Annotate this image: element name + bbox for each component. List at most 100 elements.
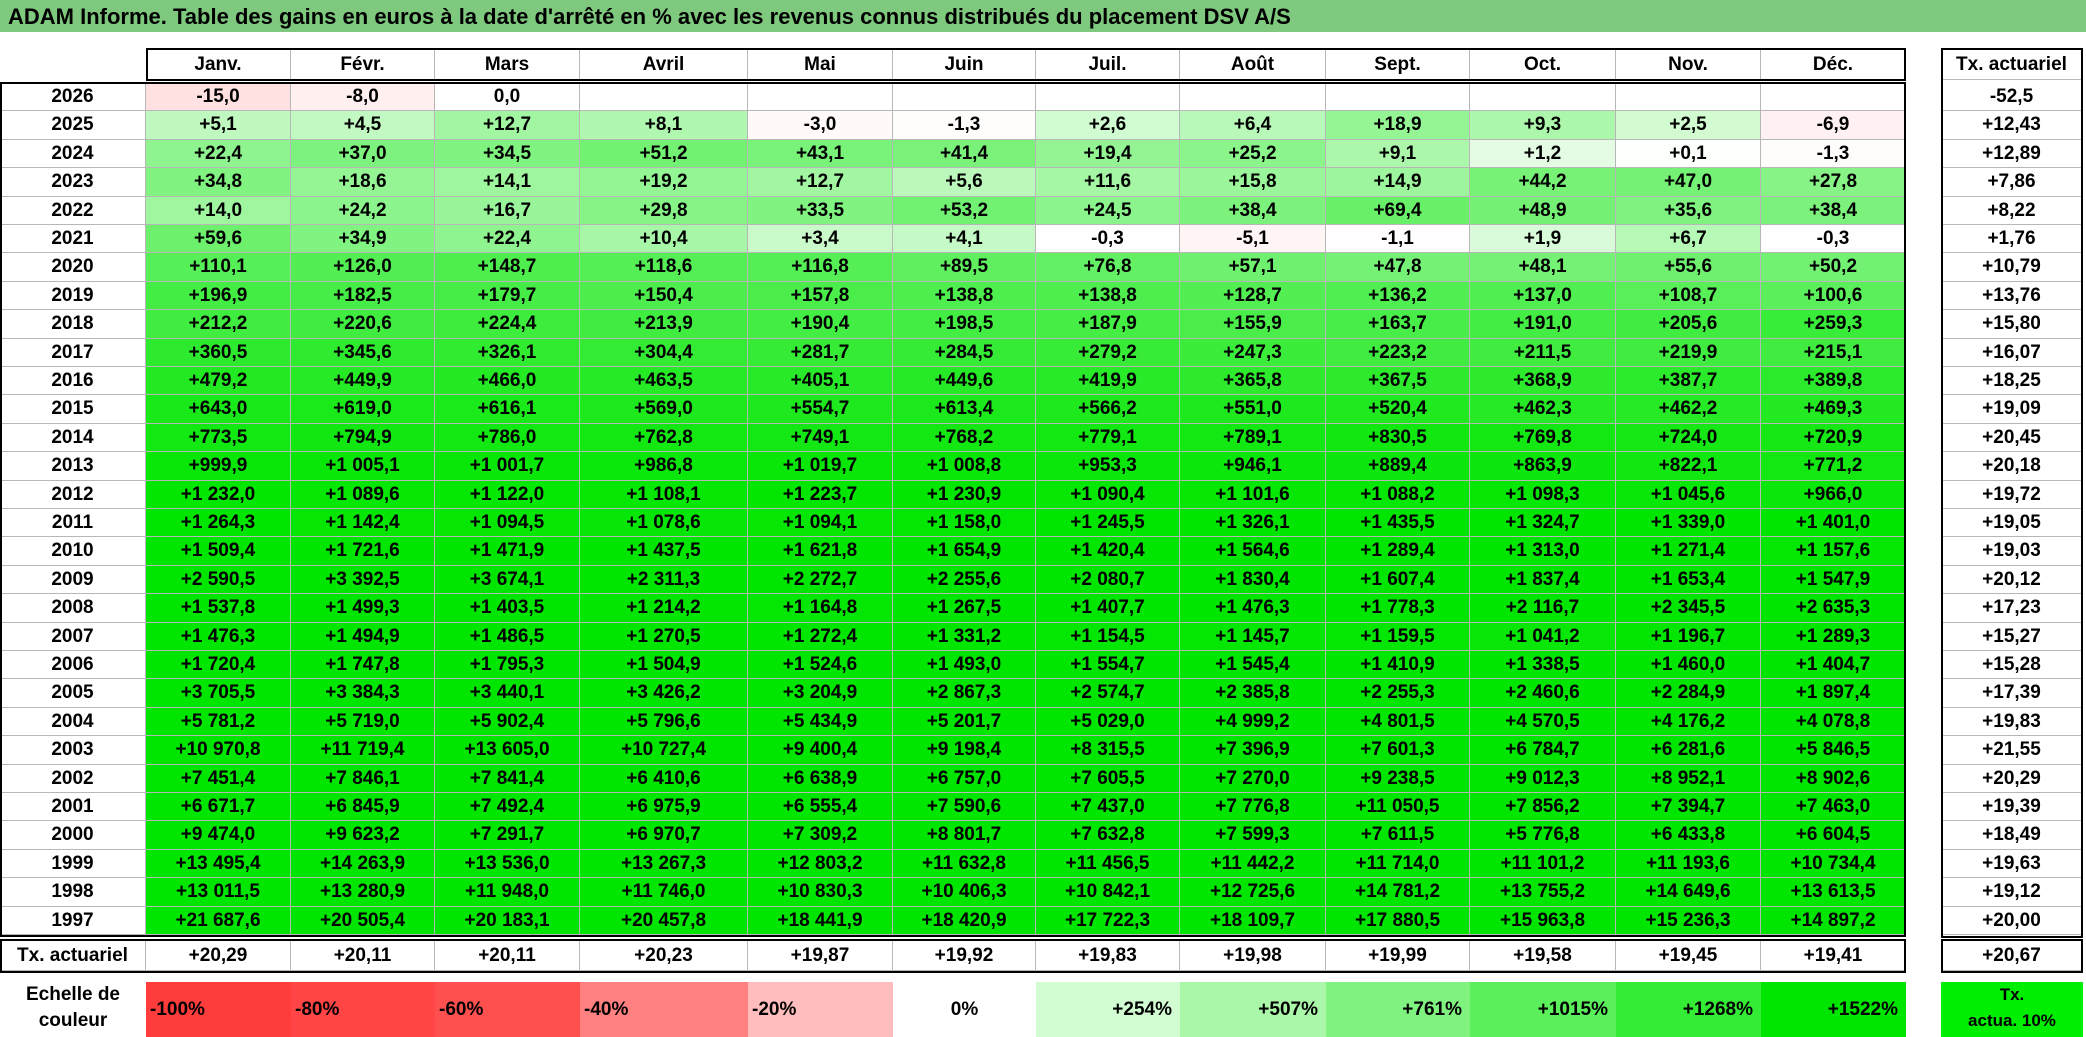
gain-cell bbox=[1470, 83, 1616, 112]
gain-cell: +953,3 bbox=[1036, 452, 1180, 481]
gain-cell: +469,3 bbox=[1761, 395, 1906, 424]
year-label: 2013 bbox=[0, 452, 146, 481]
gain-cell: +284,5 bbox=[893, 338, 1036, 367]
gain-cell: +35,6 bbox=[1616, 196, 1761, 225]
gain-cell: +128,7 bbox=[1180, 281, 1326, 311]
gain-cell: +25,2 bbox=[1180, 139, 1326, 169]
gain-cell: +38,4 bbox=[1761, 196, 1906, 225]
gain-cell: +20 457,8 bbox=[580, 906, 748, 935]
gain-cell: +779,1 bbox=[1036, 423, 1180, 453]
gain-cell: +279,2 bbox=[1036, 338, 1180, 367]
year-label: 2000 bbox=[0, 821, 146, 850]
gain-cell: +1 830,4 bbox=[1180, 565, 1326, 595]
gain-cell: +1 264,3 bbox=[146, 509, 291, 538]
gain-cell: +1 019,7 bbox=[748, 452, 893, 481]
year-label: 2001 bbox=[0, 793, 146, 822]
year-label: 2002 bbox=[0, 764, 146, 793]
gain-cell: +138,8 bbox=[893, 281, 1036, 311]
gain-cell: +1 041,2 bbox=[1470, 622, 1616, 651]
year-label: 2019 bbox=[0, 281, 146, 311]
gain-cell: +148,7 bbox=[435, 253, 580, 282]
gain-cell: +1 493,0 bbox=[893, 651, 1036, 680]
gain-cell: +7 846,1 bbox=[291, 764, 435, 793]
gain-cell: +14 649,6 bbox=[1616, 878, 1761, 907]
gain-cell: +613,4 bbox=[893, 395, 1036, 424]
gain-cell: +8,1 bbox=[580, 111, 748, 140]
gain-cell: +569,0 bbox=[580, 395, 748, 424]
tx-cell: +13,76 bbox=[1941, 281, 2083, 311]
gain-cell: +5 434,9 bbox=[748, 707, 893, 737]
gain-cell: +822,1 bbox=[1616, 452, 1761, 481]
gain-cell: +155,9 bbox=[1180, 310, 1326, 339]
month-header: Déc. bbox=[1761, 50, 1906, 80]
gain-cell: +191,0 bbox=[1470, 310, 1616, 339]
gain-cell: +10 830,3 bbox=[748, 878, 893, 907]
year-label: 2003 bbox=[0, 736, 146, 765]
tx-cell: +20,12 bbox=[1941, 565, 2083, 595]
gain-cell: +520,4 bbox=[1326, 395, 1470, 424]
gain-cell: +108,7 bbox=[1616, 281, 1761, 311]
gain-cell: +7 841,4 bbox=[435, 764, 580, 793]
gain-cell: +405,1 bbox=[748, 367, 893, 396]
gain-cell: +4 078,8 bbox=[1761, 707, 1906, 737]
gain-cell: +27,8 bbox=[1761, 168, 1906, 197]
scale-swatch: -60% bbox=[435, 982, 580, 1037]
gain-cell: +2 590,5 bbox=[146, 565, 291, 595]
gain-cell: +2 311,3 bbox=[580, 565, 748, 595]
gain-cell: +1 326,1 bbox=[1180, 509, 1326, 538]
gain-cell: +89,5 bbox=[893, 253, 1036, 282]
gain-cell: +1 122,0 bbox=[435, 480, 580, 509]
tx-cell: +17,39 bbox=[1941, 679, 2083, 708]
gain-cell: +2 080,7 bbox=[1036, 565, 1180, 595]
gain-cell: -1,3 bbox=[893, 111, 1036, 140]
month-header: Oct. bbox=[1470, 50, 1616, 80]
gain-cell: +150,4 bbox=[580, 281, 748, 311]
gain-cell: +3,4 bbox=[748, 225, 893, 254]
tx-cell: +15,28 bbox=[1941, 651, 2083, 680]
gain-cell: +15 236,3 bbox=[1616, 906, 1761, 935]
month-header: Mars bbox=[435, 50, 580, 80]
gain-cell: +48,9 bbox=[1470, 196, 1616, 225]
gain-cell: +14 781,2 bbox=[1326, 878, 1470, 907]
gain-cell: +18,6 bbox=[291, 168, 435, 197]
gain-cell: +14 897,2 bbox=[1761, 906, 1906, 935]
gain-cell: +7 776,8 bbox=[1180, 793, 1326, 822]
year-label: 2009 bbox=[0, 565, 146, 595]
gain-cell: +10 970,8 bbox=[146, 736, 291, 765]
gain-cell: +1 005,1 bbox=[291, 452, 435, 481]
gain-cell: +17 880,5 bbox=[1326, 906, 1470, 935]
gain-cell: +14,9 bbox=[1326, 168, 1470, 197]
scale-swatch: -40% bbox=[580, 982, 748, 1037]
gain-cell: +1 621,8 bbox=[748, 537, 893, 566]
tx-cell: +8,22 bbox=[1941, 196, 2083, 225]
gain-cell: +2 867,3 bbox=[893, 679, 1036, 708]
gain-cell: +182,5 bbox=[291, 281, 435, 311]
tx-cell: +19,39 bbox=[1941, 793, 2083, 822]
gain-cell: +1 088,2 bbox=[1326, 480, 1470, 509]
gain-cell: +1 289,4 bbox=[1326, 537, 1470, 566]
gain-cell: +3 705,5 bbox=[146, 679, 291, 708]
gain-cell: +13 011,5 bbox=[146, 878, 291, 907]
gain-cell: +3 392,5 bbox=[291, 565, 435, 595]
tx-header: Tx. actuariel bbox=[1941, 50, 2083, 80]
gain-cell: +1 545,4 bbox=[1180, 651, 1326, 680]
gain-cell: +116,8 bbox=[748, 253, 893, 282]
tx-cell: +17,23 bbox=[1941, 594, 2083, 623]
scale-swatch: +1268% bbox=[1616, 982, 1761, 1037]
gain-cell: +1 001,7 bbox=[435, 452, 580, 481]
gain-cell: +360,5 bbox=[146, 338, 291, 367]
tx-cell: +1,76 bbox=[1941, 225, 2083, 254]
gain-cell: +12,7 bbox=[435, 111, 580, 140]
gain-cell: +7 396,9 bbox=[1180, 736, 1326, 765]
gain-cell: +6 784,7 bbox=[1470, 736, 1616, 765]
gain-cell: +179,7 bbox=[435, 281, 580, 311]
gain-cell: +643,0 bbox=[146, 395, 291, 424]
gain-cell: +6 433,8 bbox=[1616, 821, 1761, 850]
gain-cell: +368,9 bbox=[1470, 367, 1616, 396]
gain-cell: +9 238,5 bbox=[1326, 764, 1470, 793]
gain-cell: +10 727,4 bbox=[580, 736, 748, 765]
gain-cell: +48,1 bbox=[1470, 253, 1616, 282]
gain-cell: +69,4 bbox=[1326, 196, 1470, 225]
year-label: 2024 bbox=[0, 139, 146, 169]
gain-cell: +7 309,2 bbox=[748, 821, 893, 850]
